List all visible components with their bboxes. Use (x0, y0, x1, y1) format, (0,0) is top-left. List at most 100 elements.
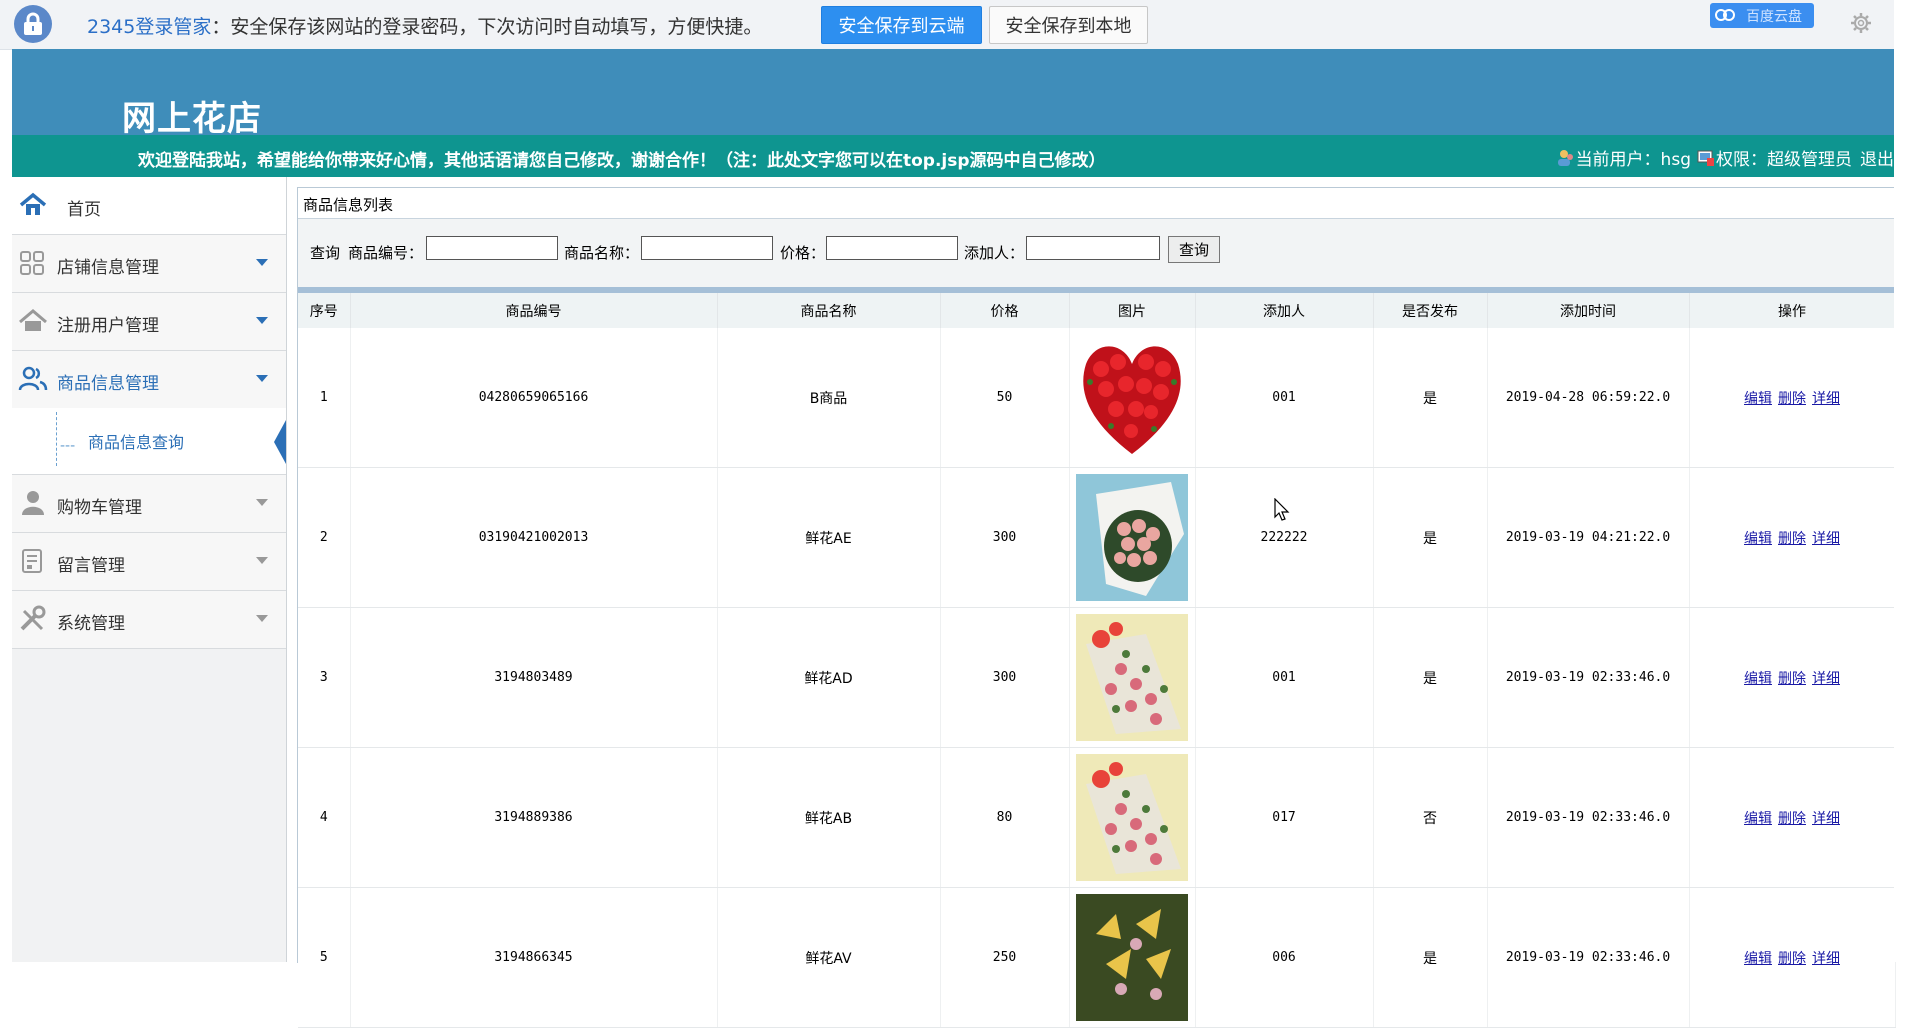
logout-link[interactable]: 退出 (1860, 145, 1894, 170)
site-header: 网上花店 (12, 49, 1894, 139)
edit-link[interactable]: 编辑 (1744, 391, 1772, 407)
active-indicator (274, 420, 286, 464)
cell-image (1069, 467, 1196, 608)
chevron-down-icon (256, 317, 268, 324)
cell-time: 2019-04-28 06:59:22.0 (1487, 328, 1690, 468)
detail-link[interactable]: 详细 (1812, 811, 1840, 827)
cell-published: 是 (1373, 607, 1488, 748)
baidu-cloud-button[interactable]: 百度云盘 (1710, 3, 1814, 28)
sidebar-subitem-label: 商品信息查询 (88, 433, 185, 452)
cell-adder: 006 (1195, 887, 1374, 1028)
sidebar-item-products[interactable]: 商品信息管理 (12, 351, 286, 409)
sidebar-subitem-product-query[interactable]: --- 商品信息查询 (12, 408, 286, 475)
edit-link[interactable]: 编辑 (1744, 671, 1772, 687)
cell-price: 300 (940, 467, 1070, 608)
password-bar-text: ：安全保存该网站的登录密码，下次访问时自动填写，方便快捷。 (211, 16, 763, 38)
cell-image (1069, 747, 1196, 888)
table-row: 5 3194866345 鲜花AV 250 006 是 2019-03-19 0… (298, 887, 1896, 1028)
cell-name: 鲜花AE (717, 467, 941, 608)
cell-code: 3194866345 (350, 887, 718, 1028)
detail-link[interactable]: 详细 (1812, 391, 1840, 407)
tree-line (56, 412, 57, 466)
cell-adder: 001 (1195, 328, 1374, 468)
edit-link[interactable]: 编辑 (1744, 811, 1772, 827)
password-manager-bar: 2345登录管家：安全保存该网站的登录密码，下次访问时自动填写，方便快捷。 安全… (0, 0, 1894, 50)
cell-time: 2019-03-19 02:33:46.0 (1487, 887, 1690, 1028)
cell-actions: 编辑 删除 详细 (1689, 607, 1896, 748)
sidebar-item-label: 注册用户管理 (57, 316, 159, 336)
cell-no: 2 (298, 467, 351, 608)
cell-price: 250 (940, 887, 1070, 1028)
cell-published: 是 (1373, 887, 1488, 1028)
column-header: 添加时间 (1487, 293, 1690, 328)
tools-icon (20, 605, 46, 631)
permission-icon (1697, 150, 1714, 166)
edit-link[interactable]: 编辑 (1744, 531, 1772, 547)
search-form: 查询 商品编号： 商品名称： 价格： 添加人： 查询 (298, 219, 1895, 287)
sidebar: 首页 店铺信息管理 注册用户管理 商品信息管理 --- 商品信息查询 购物车管理… (12, 177, 287, 962)
delete-link[interactable]: 删除 (1778, 531, 1806, 547)
search-button[interactable]: 查询 (1168, 236, 1220, 263)
product-code-input[interactable] (426, 236, 558, 260)
sidebar-item-home[interactable]: 首页 (12, 177, 286, 235)
cell-actions: 编辑 删除 详细 (1689, 747, 1896, 888)
sidebar-item-cart[interactable]: 购物车管理 (12, 475, 286, 533)
save-to-cloud-button[interactable]: 安全保存到云端 (821, 6, 982, 44)
cell-code: 04280659065166 (350, 328, 718, 468)
sidebar-item-shop-info[interactable]: 店铺信息管理 (12, 235, 286, 293)
red-rose-heart-image (1076, 334, 1188, 461)
save-to-local-button[interactable]: 安全保存到本地 (989, 6, 1148, 44)
cell-image (1069, 328, 1196, 468)
detail-link[interactable]: 详细 (1812, 951, 1840, 967)
sidebar-item-system[interactable]: 系统管理 (12, 591, 286, 649)
cloud-icon (1715, 9, 1735, 21)
password-manager-brand: 2345登录管家 (87, 16, 212, 38)
sidebar-item-users[interactable]: 注册用户管理 (12, 293, 286, 351)
grid-icon (20, 251, 44, 275)
cell-code: 3194889386 (350, 747, 718, 888)
gear-icon[interactable] (1850, 12, 1872, 34)
chevron-down-icon (256, 557, 268, 564)
mouse-cursor-icon (1274, 498, 1290, 521)
column-header: 序号 (298, 293, 351, 328)
cell-no: 1 (298, 328, 351, 468)
column-header: 图片 (1069, 293, 1196, 328)
product-name-input[interactable] (641, 236, 773, 260)
cell-adder: 222222 (1195, 467, 1374, 608)
window-left-edge (0, 0, 12, 962)
chevron-down-icon (256, 259, 268, 266)
table-row: 2 03190421002013 鲜花AE 300 222222 是 2019-… (298, 467, 1896, 608)
cell-published: 否 (1373, 747, 1488, 888)
column-header: 商品编号 (350, 293, 718, 328)
chevron-down-icon (256, 375, 268, 382)
delete-link[interactable]: 删除 (1778, 671, 1806, 687)
user-info: 当前用户：hsg 权限：超级管理员 退出 (1557, 145, 1894, 170)
cell-no: 5 (298, 887, 351, 1028)
cell-price: 50 (940, 328, 1070, 468)
query-label: 查询 (310, 244, 341, 262)
cell-actions: 编辑 删除 详细 (1689, 328, 1896, 468)
house-icon (19, 309, 47, 331)
permission-label: 权限：超级管理员 (1716, 150, 1852, 170)
delete-link[interactable]: 删除 (1778, 391, 1806, 407)
price-input[interactable] (826, 236, 958, 260)
delete-link[interactable]: 删除 (1778, 811, 1806, 827)
detail-link[interactable]: 详细 (1812, 531, 1840, 547)
cell-code: 03190421002013 (350, 467, 718, 608)
detail-link[interactable]: 详细 (1812, 671, 1840, 687)
sidebar-item-messages[interactable]: 留言管理 (12, 533, 286, 591)
mixed-bouquet-image (1076, 754, 1188, 881)
cell-no: 3 (298, 607, 351, 748)
delete-link[interactable]: 删除 (1778, 951, 1806, 967)
cell-published: 是 (1373, 328, 1488, 468)
adder-input[interactable] (1026, 236, 1160, 260)
product-table: 序号 商品编号 商品名称 价格 图片 添加人 是否发布 添加时间 操作 1 04… (298, 293, 1896, 1028)
column-header: 操作 (1689, 293, 1896, 328)
welcome-bar: 欢迎登陆我站，希望能给你带来好心情，其他话语请您自己修改，谢谢合作！（注：此处文… (12, 135, 1894, 177)
edit-link[interactable]: 编辑 (1744, 951, 1772, 967)
panel-title: 商品信息列表 (303, 196, 394, 214)
cell-adder: 017 (1195, 747, 1374, 888)
sidebar-item-label: 系统管理 (57, 614, 125, 634)
mixed-bouquet-image (1076, 614, 1188, 741)
cell-time: 2019-03-19 04:21:22.0 (1487, 467, 1690, 608)
